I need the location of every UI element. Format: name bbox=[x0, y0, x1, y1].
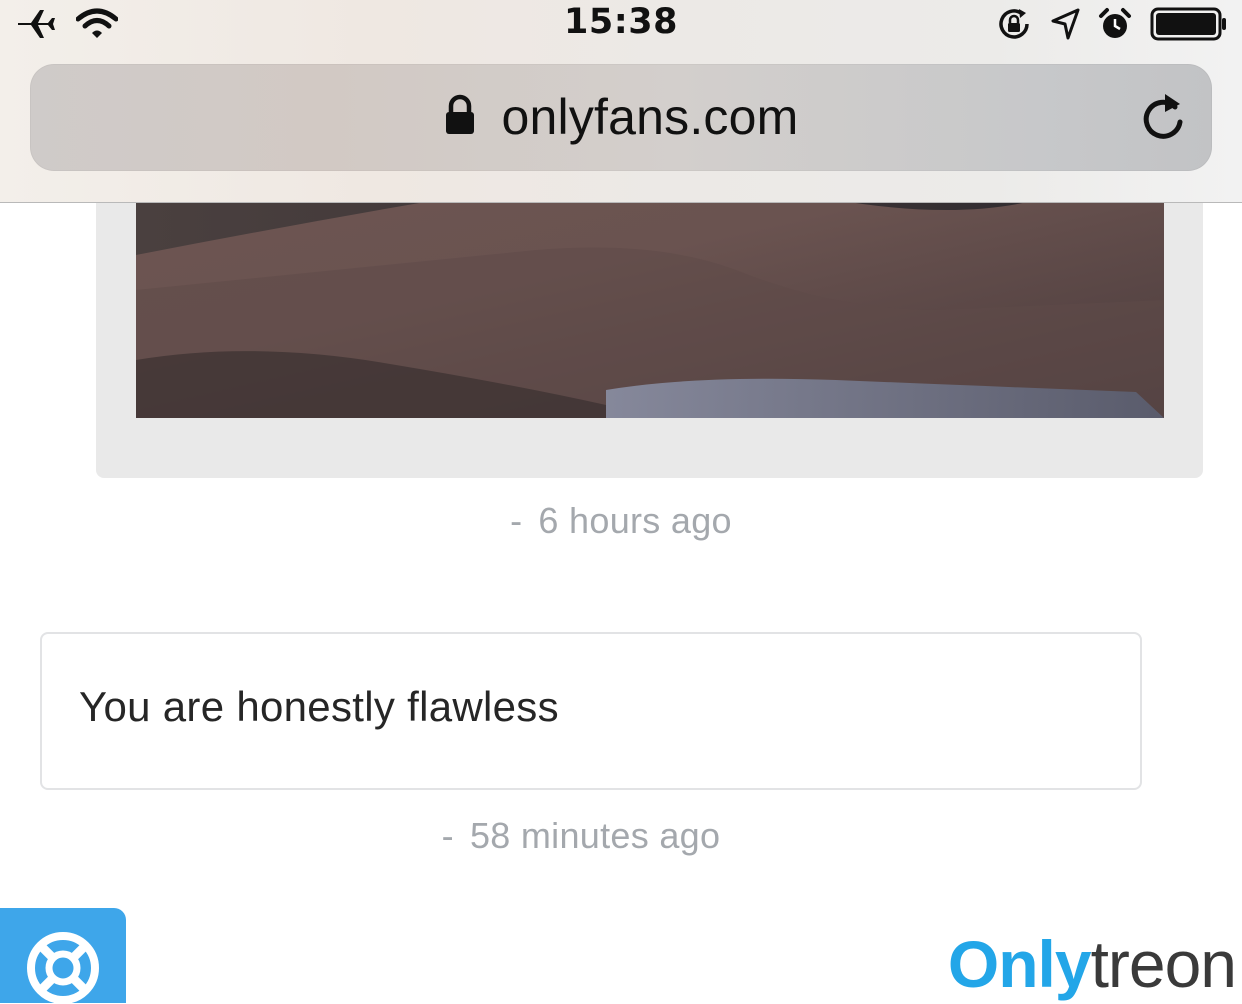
browser-chrome: 15:38 onlyfans.com bbox=[0, 0, 1242, 203]
alarm-icon bbox=[1098, 7, 1132, 45]
watermark-logo: Only treon bbox=[947, 924, 1237, 1004]
message-bubble: You are honestly flawless bbox=[40, 632, 1142, 790]
message-timestamp: -58 minutes ago bbox=[0, 815, 1242, 857]
support-button[interactable] bbox=[0, 908, 126, 1003]
watermark-only: Only bbox=[947, 927, 1092, 1001]
address-bar[interactable]: onlyfans.com bbox=[30, 64, 1212, 171]
timestamp-dash: - bbox=[510, 500, 523, 541]
orientation-lock-icon bbox=[996, 6, 1032, 46]
url-field[interactable]: onlyfans.com bbox=[30, 88, 1212, 146]
watermark-treon: treon bbox=[1090, 927, 1237, 1001]
reload-icon bbox=[1143, 94, 1183, 139]
url-text: onlyfans.com bbox=[501, 89, 799, 145]
timestamp-text: 6 hours ago bbox=[538, 500, 732, 541]
battery-icon bbox=[1150, 6, 1228, 46]
lock-icon bbox=[444, 94, 476, 140]
location-icon bbox=[1050, 7, 1080, 45]
timestamp-dash: - bbox=[441, 815, 454, 856]
message-text: You are honestly flawless bbox=[79, 683, 559, 730]
status-right bbox=[996, 6, 1228, 46]
reload-button[interactable] bbox=[1138, 90, 1188, 146]
post-timestamp: -6 hours ago bbox=[0, 500, 1242, 542]
status-bar: 15:38 bbox=[0, 0, 1242, 52]
timestamp-text: 58 minutes ago bbox=[469, 815, 721, 856]
lifebuoy-icon bbox=[27, 932, 99, 1003]
